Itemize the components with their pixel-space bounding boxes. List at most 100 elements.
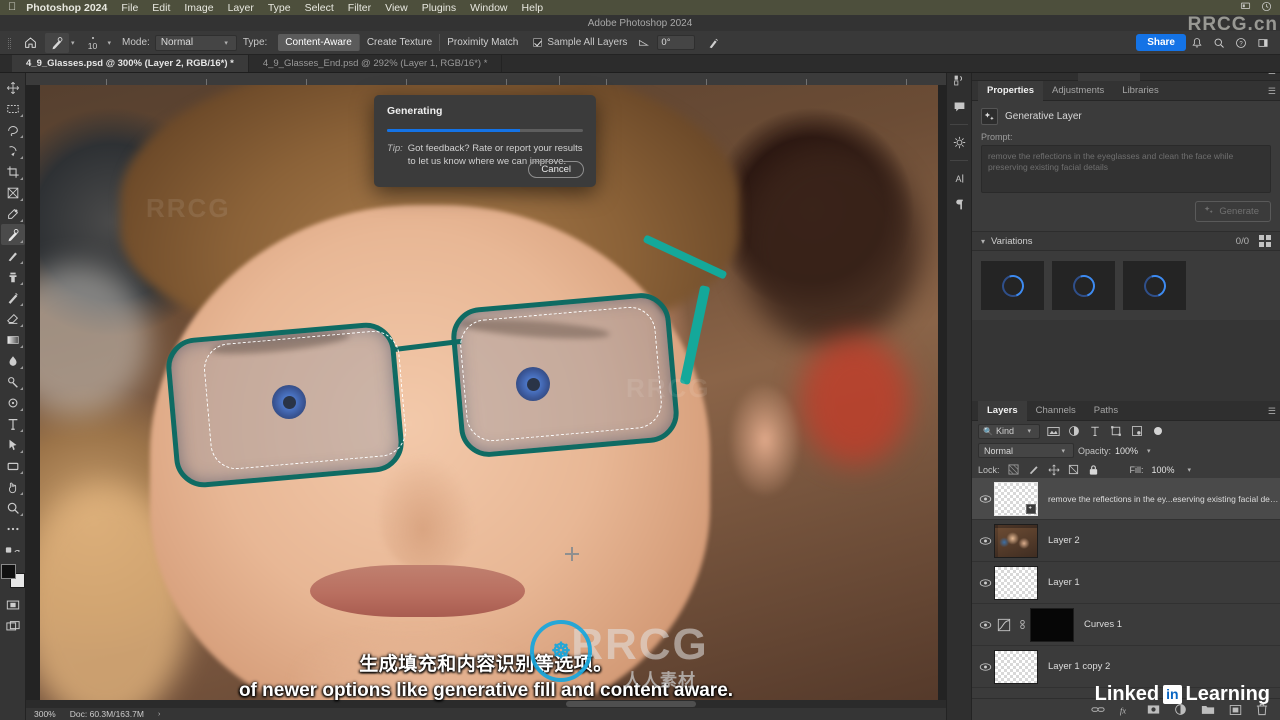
layer-mask-thumbnail[interactable] [1030,607,1074,642]
menu-window[interactable]: Window [470,2,507,14]
lock-position-icon[interactable] [1048,464,1060,476]
ai-text-icon[interactable]: A [948,167,970,189]
menu-layer[interactable]: Layer [228,2,254,14]
grid-view-icon[interactable] [1259,235,1271,247]
frame-tool-icon[interactable] [1,182,25,203]
tab-layers[interactable]: Layers [978,400,1027,421]
layer-name[interactable]: remove the reflections in the ey...eserv… [1048,494,1280,504]
pressure-size-icon[interactable] [703,33,725,53]
prompt-input[interactable]: remove the reflections in the eyeglasses… [981,145,1271,193]
table-row[interactable]: remove the reflections in the ey...eserv… [972,478,1280,520]
options-bar-grip[interactable] [6,35,15,51]
type-option-proximity-match[interactable]: Proximity Match [440,34,525,51]
layer-mask-link-icon[interactable] [1014,619,1030,630]
layer-thumbnail[interactable] [994,523,1038,558]
share-button[interactable]: Share [1136,34,1186,51]
display-icon[interactable] [1240,1,1251,15]
adjustments-icon[interactable] [948,131,970,153]
zoom-tool-icon[interactable] [1,497,25,518]
tab-adjustments[interactable]: Adjustments [1043,81,1113,101]
fill-chevron-down-icon[interactable]: ▾ [1188,466,1192,474]
blur-tool-icon[interactable] [1,350,25,371]
filter-type-icon[interactable] [1087,423,1103,439]
zoom-level[interactable]: 300% [34,709,56,719]
document-tabs-grip[interactable] [0,55,12,72]
lock-artboard-icon[interactable] [1068,464,1080,476]
tab-libraries[interactable]: Libraries [1113,81,1167,101]
hand-tool-icon[interactable] [1,476,25,497]
table-row[interactable]: Layer 1 [972,562,1280,604]
current-tool-icon[interactable] [45,32,69,53]
sample-all-layers-checkbox[interactable] [533,38,543,47]
filter-adjustment-icon[interactable] [1066,423,1082,439]
menu-file[interactable]: File [121,2,138,14]
layer-visibility-eye-icon[interactable] [976,494,994,504]
mode-select[interactable]: Normal ▾ [154,34,237,51]
fill-value[interactable]: 100% [1152,465,1178,475]
table-row[interactable]: Layer 1 copy 2 [972,646,1280,688]
object-selection-icon[interactable] [1,140,25,161]
menu-image[interactable]: Image [184,2,213,14]
filter-toggle-switch[interactable] [1154,427,1162,435]
menu-plugins[interactable]: Plugins [422,2,456,14]
pen-tool-icon[interactable] [1,392,25,413]
variation-thumbnail-2[interactable] [1052,261,1115,310]
tab-paths[interactable]: Paths [1085,401,1127,421]
curves-adjustment-icon[interactable] [994,618,1014,632]
menu-view[interactable]: View [385,2,408,14]
clock-icon[interactable] [1261,1,1272,15]
variations-chevron-down-icon[interactable]: ▾ [981,237,985,246]
lock-image-icon[interactable] [1028,464,1040,476]
layer-name[interactable]: Layer 2 [1048,535,1080,546]
clone-stamp-icon[interactable] [1,266,25,287]
quick-mask-icon[interactable] [1,594,25,615]
filter-pixel-icon[interactable] [1045,423,1061,439]
history-brush-icon[interactable] [1,287,25,308]
layer-name[interactable]: Curves 1 [1084,619,1122,630]
filter-smart-object-icon[interactable] [1129,423,1145,439]
document-tab-glasses-end[interactable]: 4_9_Glasses_End.psd @ 292% (Layer 1, RGB… [249,55,503,72]
brush-tool-icon[interactable] [1,245,25,266]
rectangle-tool-icon[interactable] [1,455,25,476]
layer-visibility-eye-icon[interactable] [976,662,994,672]
blend-mode-select[interactable]: Normal ▾ [978,443,1074,458]
opacity-chevron-down-icon[interactable]: ▾ [1147,447,1151,455]
sample-all-layers-label[interactable]: Sample All Layers [547,37,627,48]
layer-thumbnail[interactable] [994,565,1038,600]
table-row[interactable]: Layer 2 [972,520,1280,562]
eyedropper-icon[interactable] [1,203,25,224]
path-selection-icon[interactable] [1,434,25,455]
brush-preset-chevron-down-icon[interactable]: ▾ [108,39,112,47]
screen-mode-icon[interactable] [1,615,25,636]
tab-properties[interactable]: Properties [978,80,1043,101]
layer-visibility-eye-icon[interactable] [976,620,994,630]
menu-edit[interactable]: Edit [152,2,170,14]
properties-panel-menu-icon[interactable]: ☰ [1268,86,1276,97]
layer-list[interactable]: remove the reflections in the ey...eserv… [972,478,1280,696]
layer-kind-select[interactable]: 🔍 Kind ▾ [978,423,1040,439]
type-option-content-aware[interactable]: Content-Aware [278,34,360,51]
move-tool-icon[interactable] [1,77,25,98]
gradient-tool-icon[interactable] [1,329,25,350]
tab-channels[interactable]: Channels [1027,401,1085,421]
lock-transparent-icon[interactable] [1008,464,1020,476]
lasso-icon[interactable] [1,119,25,140]
lock-all-icon[interactable] [1088,464,1100,476]
angle-field[interactable]: 0° [657,35,696,50]
spot-healing-brush-icon[interactable] [0,224,25,245]
foreground-background-color-swatches[interactable] [0,564,25,588]
eraser-icon[interactable] [1,308,25,329]
cancel-button[interactable]: Cancel [528,161,584,178]
tool-preset-chevron-down-icon[interactable]: ▾ [71,39,75,47]
more-tools-icon[interactable] [1,518,25,539]
foreground-color-swatch[interactable] [0,564,16,579]
generate-button[interactable]: Generate [1195,201,1271,222]
crop-tool-icon[interactable] [1,161,25,182]
layer-thumbnail[interactable] [994,649,1038,684]
table-row[interactable]: Curves 1 [972,604,1280,646]
menu-help[interactable]: Help [522,2,544,14]
layer-name[interactable]: Layer 1 copy 2 [1048,661,1110,672]
document-tab-glasses[interactable]: 4_9_Glasses.psd @ 300% (Layer 2, RGB/16*… [12,55,249,72]
type-option-create-texture[interactable]: Create Texture [360,34,441,51]
menu-filter[interactable]: Filter [348,2,371,14]
